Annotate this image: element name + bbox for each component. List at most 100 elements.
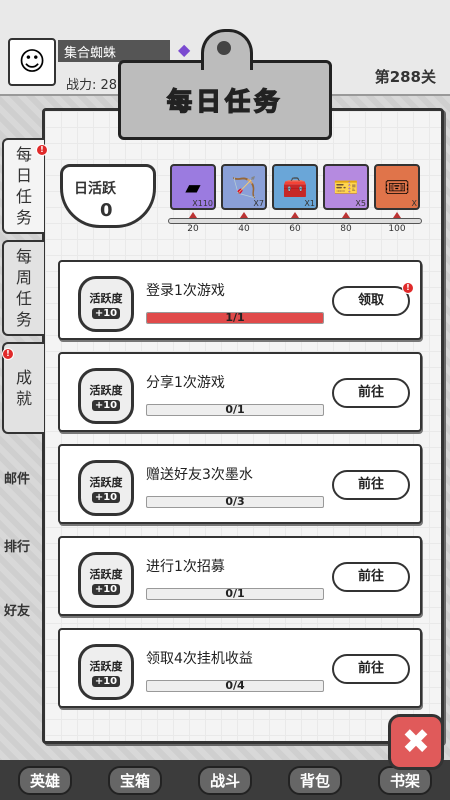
tab-daily-char: 日 (15, 166, 32, 185)
notification-dot: ! (2, 348, 14, 360)
reward-glyph: 🎟 (384, 175, 410, 199)
tab-weekly-char: 每 (15, 247, 32, 266)
badge-label: 活跃度 (89, 659, 123, 673)
task-progress-bar: 1/1 (146, 312, 324, 324)
activity-badge-icon: 活跃度 +10 (78, 644, 134, 700)
tab-achievements-char: 就 (15, 389, 32, 408)
badge-label: 活跃度 (89, 567, 123, 581)
tab-list: 每 日 任 务 ! 每 周 任 务 成 就 ! (2, 138, 48, 440)
milestone-label: 40 (238, 224, 250, 234)
task-progress-bar: 0/4 (146, 680, 324, 692)
tab-weekly-char: 周 (15, 268, 32, 287)
milestone-label: 80 (340, 224, 352, 234)
badge-label: 活跃度 (89, 291, 123, 305)
activity-badge-icon: 活跃度 +10 (78, 552, 134, 608)
reward-glyph: ▰ (185, 175, 201, 199)
milestone-label: 20 (187, 224, 199, 234)
task-progress-bar: 0/1 (146, 404, 324, 416)
badge-value: +10 (91, 491, 121, 503)
task-row: 活跃度 +10 进行1次招募 0/1 前往 (58, 536, 422, 616)
progress-text: 0/3 (225, 496, 245, 508)
reward-count: X7 (253, 199, 264, 208)
close-icon: ✖ (401, 722, 431, 762)
progress-text: 0/4 (225, 680, 245, 692)
go-button[interactable]: 前往 (332, 562, 410, 592)
close-button[interactable]: ✖ (388, 714, 444, 770)
task-progress-bar: 0/3 (146, 496, 324, 508)
ticket-icon[interactable]: 🎫 X5 (323, 164, 369, 210)
milestone-label: 60 (289, 224, 301, 234)
tab-achievements-char: 成 (15, 368, 32, 387)
title-sign: 每日任务 (118, 29, 332, 140)
reward-count: X1 (304, 199, 315, 208)
silver-bar-icon[interactable]: ▰ X110 (170, 164, 216, 210)
task-name: 分享1次游戏 (146, 375, 225, 391)
activity-badge-icon: 活跃度 +10 (78, 368, 134, 424)
badge-label: 活跃度 (89, 475, 123, 489)
go-button[interactable]: 前往 (332, 654, 410, 684)
milestone-marker (393, 212, 401, 218)
side-label-rank[interactable]: 排行 (4, 536, 30, 555)
tab-weekly-char: 务 (15, 310, 32, 329)
activity-label: 日活跃 (74, 181, 116, 197)
task-name: 进行1次招募 (146, 559, 225, 575)
nav-heroes[interactable]: 英雄 (17, 765, 72, 795)
go-button[interactable]: 前往 (332, 378, 410, 408)
gem-icon: ◆ (178, 40, 191, 59)
activity-badge-icon: 活跃度 +10 (78, 276, 134, 332)
page-title: 每日任务 (166, 86, 283, 117)
reward-glyph: 🏹 (231, 175, 257, 199)
bow-icon[interactable]: 🏹 X7 (221, 164, 267, 210)
badge-value: +10 (91, 675, 121, 687)
tab-daily-char: 务 (15, 208, 32, 227)
activity-value: 0 (100, 200, 113, 221)
tab-daily[interactable]: 每 日 任 务 ! (2, 138, 48, 234)
task-row: 活跃度 +10 赠送好友3次墨水 0/3 前往 (58, 444, 422, 524)
sign-hole (217, 41, 231, 55)
stage-level: 第288关 (374, 68, 436, 86)
reward-count: X (411, 199, 417, 208)
milestone-marker (240, 212, 248, 218)
nav-bag[interactable]: 背包 (287, 765, 342, 795)
side-label-friends[interactable]: 好友 (4, 600, 30, 619)
task-row: 活跃度 +10 登录1次游戏 1/1 领取 ! (58, 260, 422, 340)
activity-rewards: ▰ X110 🏹 X7 🧰 X1 🎫 X5 🎟 X 20 40 60 80 100 (168, 162, 422, 234)
nav-chest[interactable]: 宝箱 (107, 765, 162, 795)
milestone-label: 100 (388, 224, 406, 234)
progress-text: 1/1 (225, 312, 245, 324)
badge-value: +10 (91, 583, 121, 595)
reward-glyph: 🧰 (282, 175, 308, 199)
tab-achievements[interactable]: 成 就 ! (2, 342, 44, 434)
task-name: 登录1次游戏 (146, 283, 225, 299)
task-name: 赠送好友3次墨水 (146, 467, 253, 483)
claim-button[interactable]: 领取 (332, 286, 410, 316)
tab-daily-char: 任 (15, 187, 32, 206)
task-row: 活跃度 +10 分享1次游戏 0/1 前往 (58, 352, 422, 432)
gold-ticket-icon[interactable]: 🎟 X (374, 164, 420, 210)
milestone-marker (291, 212, 299, 218)
tab-weekly[interactable]: 每 周 任 务 (2, 240, 44, 336)
chest-icon[interactable]: 🧰 X1 (272, 164, 318, 210)
go-button[interactable]: 前往 (332, 470, 410, 500)
reward-glyph: 🎫 (333, 175, 359, 199)
daily-activity-cup: 日活跃 0 (60, 160, 162, 232)
reward-count: X5 (355, 199, 366, 208)
nav-battle[interactable]: 战斗 (197, 765, 252, 795)
milestone-marker (189, 212, 197, 218)
badge-value: +10 (91, 307, 121, 319)
task-progress-bar: 0/1 (146, 588, 324, 600)
activity-badge-icon: 活跃度 +10 (78, 460, 134, 516)
player-name: 集合蜘蛛 (58, 40, 170, 62)
tab-daily-char: 每 (15, 145, 32, 164)
task-row: 活跃度 +10 领取4次挂机收益 0/4 前往 (58, 628, 422, 708)
badge-label: 活跃度 (89, 383, 123, 397)
tab-weekly-char: 任 (15, 289, 32, 308)
bottom-nav: 英雄 宝箱 战斗 背包 书架 (0, 760, 450, 800)
task-name: 领取4次挂机收益 (146, 651, 253, 667)
side-label-mail[interactable]: 邮件 (4, 468, 30, 487)
reward-count: X110 (192, 199, 213, 208)
progress-text: 0/1 (225, 588, 245, 600)
avatar[interactable]: ☺ (8, 38, 56, 86)
progress-text: 0/1 (225, 404, 245, 416)
notification-dot: ! (36, 144, 48, 156)
